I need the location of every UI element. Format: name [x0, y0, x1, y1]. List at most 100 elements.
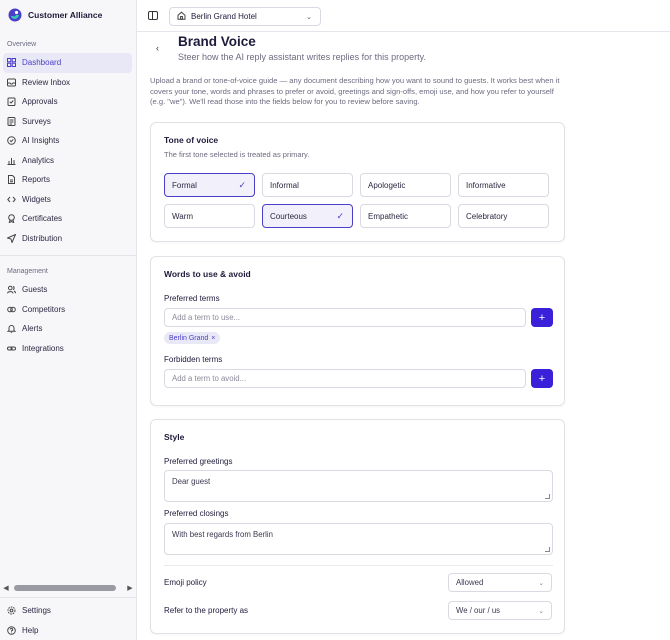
emoji-policy-label: Emoji policy: [164, 578, 207, 587]
tone-option-apologetic[interactable]: Apologetic: [360, 173, 451, 197]
sidebar-item-guests[interactable]: Guests: [3, 280, 132, 300]
tone-option-warm[interactable]: Warm: [164, 204, 255, 228]
page-title: Brand Voice: [178, 34, 256, 49]
greetings-value: Dear guest: [172, 477, 211, 486]
sidebar-item-help[interactable]: Help: [3, 621, 132, 640]
tone-of-voice-card: Tone of voice The first tone selected is…: [150, 122, 565, 242]
emoji-policy-select[interactable]: Allowed ⌄: [448, 573, 552, 592]
check-icon: ✓: [238, 180, 246, 190]
scroll-track[interactable]: [10, 582, 126, 593]
resize-grip-icon[interactable]: [545, 494, 550, 499]
sidebar-item-widgets[interactable]: Widgets: [3, 190, 132, 210]
sidebar-toggle-icon[interactable]: [148, 11, 158, 20]
users-icon: [7, 285, 16, 294]
sidebar-footer-divider: [0, 597, 137, 598]
app-name: Customer Alliance: [28, 10, 103, 20]
help-icon: [7, 625, 16, 635]
topbar: Berlin Grand Hotel ⌄: [137, 0, 670, 32]
resize-grip-icon[interactable]: [545, 547, 550, 552]
page-subtitle: Steer how the AI reply assistant writes …: [178, 52, 426, 62]
sidebar-item-label: Review Inbox: [22, 77, 71, 87]
sidebar-item-ai-insights[interactable]: AI Insights: [3, 131, 132, 151]
sidebar-item-competitors[interactable]: Competitors: [3, 300, 132, 320]
tone-option-informative[interactable]: Informative: [458, 173, 549, 197]
sidebar-item-label: Certificates: [22, 214, 63, 224]
tone-option-formal[interactable]: Formal ✓: [164, 173, 255, 197]
sidebar-item-reports[interactable]: Reports: [3, 170, 132, 190]
chip-label: Berlin Grand: [169, 334, 209, 342]
refer-as-select[interactable]: We / our / us ⌄: [448, 601, 552, 620]
sidebar-item-surveys[interactable]: Surveys: [3, 112, 132, 132]
card-title: Words to use & avoid: [164, 269, 251, 279]
scroll-left-arrow-icon[interactable]: ◀: [2, 582, 10, 593]
sidebar-item-label: Widgets: [22, 194, 51, 204]
chevron-down-icon: ⌄: [306, 14, 312, 21]
style-card: Style Preferred greetings Dear guest Pre…: [150, 419, 565, 634]
tone-label: Empathetic: [368, 211, 409, 221]
sidebar-item-settings[interactable]: Settings: [3, 601, 132, 621]
sidebar-item-label: Approvals: [22, 97, 58, 107]
tone-label: Formal: [172, 180, 197, 190]
sidebar-item-label: Guests: [22, 285, 48, 295]
sidebar-item-label: Distribution: [22, 233, 63, 243]
style-divider: [164, 565, 553, 566]
sidebar-item-certificates[interactable]: Certificates: [3, 209, 132, 229]
tone-option-informal[interactable]: Informal: [262, 173, 353, 197]
ai-chip-icon: [7, 136, 16, 146]
greetings-label: Preferred greetings: [164, 457, 233, 466]
refer-as-value: We / our / us: [456, 606, 501, 615]
preferred-term-chip[interactable]: Berlin Grand ×: [164, 332, 221, 344]
greetings-textarea[interactable]: Dear guest: [164, 470, 553, 502]
plus-icon: +: [538, 311, 546, 324]
sidebar-item-label: Help: [22, 625, 39, 635]
property-selector[interactable]: Berlin Grand Hotel ⌄: [169, 7, 321, 26]
tone-option-courteous[interactable]: Courteous ✓: [262, 204, 353, 228]
competitors-icon: [7, 305, 16, 314]
bell-icon: [7, 324, 16, 334]
sidebar-item-label: Competitors: [22, 304, 66, 314]
sidebar-item-approvals[interactable]: Approvals: [3, 92, 132, 112]
code-icon: [7, 195, 16, 204]
customer-alliance-logo-icon: [8, 8, 22, 22]
back-button[interactable]: ‹: [156, 43, 159, 53]
brand[interactable]: Customer Alliance: [8, 8, 102, 22]
sidebar-item-label: Integrations: [22, 343, 64, 353]
closings-label: Preferred closings: [164, 509, 229, 518]
card-title: Tone of voice: [164, 135, 219, 145]
remove-chip-icon[interactable]: ×: [211, 335, 215, 342]
clipboard-check-icon: [7, 97, 16, 107]
scroll-right-arrow-icon[interactable]: ▶: [126, 582, 134, 593]
sidebar-item-integrations[interactable]: Integrations: [3, 339, 132, 359]
card-title: Style: [164, 432, 185, 442]
tone-option-empathetic[interactable]: Empathetic: [360, 204, 451, 228]
tone-label: Warm: [172, 211, 194, 221]
sidebar-item-analytics[interactable]: Analytics: [3, 151, 132, 171]
tone-label: Courteous: [270, 211, 307, 221]
sidebar-horizontal-scrollbar[interactable]: ◀ ▶: [2, 582, 134, 593]
closings-value: With best regards from Berlin: [172, 530, 273, 539]
add-forbidden-term-button[interactable]: +: [531, 369, 553, 388]
grid-icon: [7, 58, 16, 68]
tone-label: Apologetic: [368, 180, 406, 190]
add-preferred-term-button[interactable]: +: [531, 308, 553, 327]
forbidden-terms-input[interactable]: Add a term to avoid...: [164, 369, 526, 388]
sidebar-item-review-inbox[interactable]: Review Inbox: [3, 73, 132, 93]
closings-textarea[interactable]: With best regards from Berlin: [164, 523, 553, 555]
bar-chart-icon: [7, 156, 16, 165]
sidebar-item-dashboard[interactable]: Dashboard: [3, 53, 132, 73]
document-icon: [7, 175, 16, 185]
sidebar-divider: [0, 255, 137, 256]
gear-icon: [7, 606, 16, 615]
sidebar-item-distribution[interactable]: Distribution: [3, 229, 132, 249]
scroll-thumb[interactable]: [14, 585, 116, 591]
nav-management-list: Guests Competitors Alerts Integrations: [3, 280, 132, 358]
sidebar-item-alerts[interactable]: Alerts: [3, 319, 132, 339]
card-subtitle: The first tone selected is treated as pr…: [164, 150, 310, 159]
nav-overview-list: Dashboard Review Inbox Approvals Surveys…: [3, 53, 132, 248]
link-icon: [7, 344, 16, 353]
preferred-terms-input[interactable]: Add a term to use...: [164, 308, 526, 327]
tone-option-celebratory[interactable]: Celebratory: [458, 204, 549, 228]
survey-icon: [7, 116, 16, 126]
sidebar-item-label: Settings: [22, 606, 51, 616]
nav-section-overview: Overview: [7, 41, 37, 48]
